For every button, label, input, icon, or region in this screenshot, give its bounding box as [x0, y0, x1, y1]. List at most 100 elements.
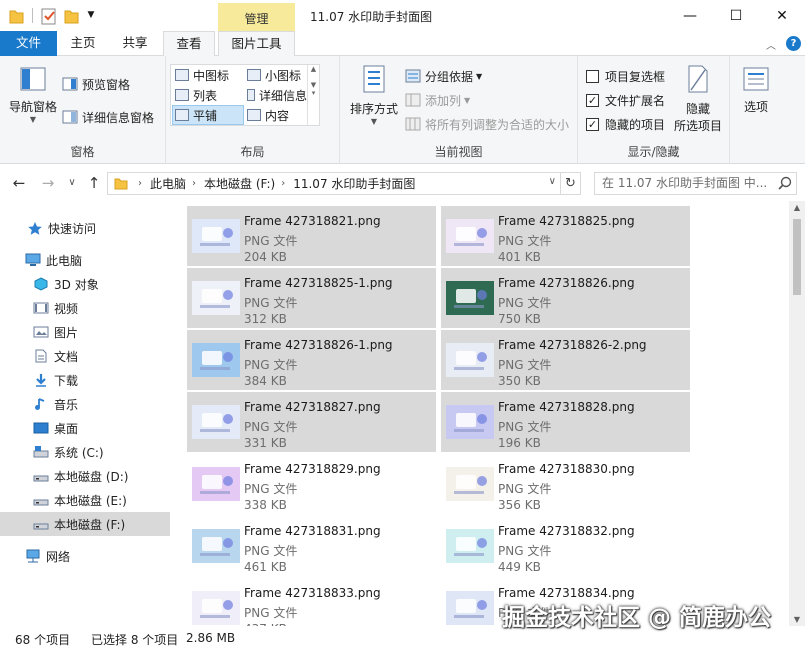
chevron-down-icon: ▼: [29, 115, 37, 124]
help-icon[interactable]: ?: [786, 36, 801, 51]
file-tile[interactable]: Frame 427318826-2.png PNG 文件 350 KB: [441, 330, 690, 390]
scroll-thumb[interactable]: [793, 219, 801, 295]
file-tile[interactable]: Frame 427318829.png PNG 文件 338 KB: [187, 454, 436, 514]
nav-3d-objects[interactable]: 3D 对象: [0, 272, 170, 296]
nav-drive-f[interactable]: 本地磁盘 (F:): [0, 512, 170, 536]
nav-this-pc[interactable]: 此电脑: [0, 248, 170, 272]
layout-content[interactable]: 内容: [245, 105, 307, 125]
options-button[interactable]: 选项: [734, 66, 778, 115]
close-button[interactable]: ✕: [759, 0, 805, 31]
file-tile[interactable]: Frame 427318833.pngPNG 文件437 KB: [187, 578, 436, 626]
nav-network[interactable]: 网络: [0, 544, 170, 568]
tiles-icon: [175, 109, 189, 121]
file-name: Frame 427318826-2.png: [498, 338, 647, 352]
item-checkboxes-toggle[interactable]: 项目复选框: [586, 66, 665, 86]
file-tile[interactable]: Frame 427318830.png PNG 文件 356 KB: [441, 454, 690, 514]
tab-file[interactable]: 文件: [0, 31, 57, 56]
tab-share[interactable]: 共享: [108, 31, 162, 56]
file-tile[interactable]: Frame 427318828.png PNG 文件 196 KB: [441, 392, 690, 452]
layout-small-icons[interactable]: 小图标: [245, 65, 307, 85]
hidden-items-toggle[interactable]: ✓ 隐藏的项目: [586, 114, 665, 134]
forward-arrow-icon[interactable]: →: [38, 174, 58, 192]
sort-by-button[interactable]: 排序方式 ▼: [348, 64, 400, 126]
file-tile[interactable]: Frame 427318832.png PNG 文件 449 KB: [441, 516, 690, 576]
file-tile[interactable]: Frame 427318827.png PNG 文件 331 KB: [187, 392, 436, 452]
size-all-columns-button[interactable]: 将所有列调整为合适的大小: [405, 114, 569, 134]
tab-picture-tools[interactable]: 图片工具: [218, 31, 295, 57]
nav-item-label: 本地磁盘 (D:): [54, 469, 129, 484]
add-columns-button[interactable]: 添加列 ▼: [405, 90, 470, 110]
content-label: 内容: [265, 108, 290, 123]
file-name: Frame 427318831.png: [244, 524, 381, 538]
preview-pane-button[interactable]: 预览窗格: [62, 74, 130, 94]
add-columns-label: 添加列: [425, 93, 462, 108]
search-icon[interactable]: [778, 176, 792, 190]
customize-quick-access-icon[interactable]: ▼: [86, 9, 96, 21]
chevron-right-icon[interactable]: ›: [281, 178, 285, 189]
file-tile[interactable]: Frame 427318826-1.png PNG 文件 384 KB: [187, 330, 436, 390]
nav-drive-d[interactable]: 本地磁盘 (D:): [0, 464, 170, 488]
chevron-down-icon[interactable]: ∨: [549, 176, 556, 187]
properties-icon[interactable]: [41, 7, 57, 25]
nav-music[interactable]: 音乐: [0, 392, 170, 416]
file-type: PNG 文件: [244, 358, 298, 372]
navigation-pane-button[interactable]: 导航窗格 ▼: [6, 66, 60, 124]
item-checkboxes-checkbox[interactable]: [586, 69, 599, 83]
file-tile[interactable]: Frame 427318821.png PNG 文件 204 KB: [187, 206, 436, 266]
file-list: Frame 427318821.png PNG 文件 204 KB Frame 427…: [172, 201, 789, 626]
chevron-up-icon[interactable]: ︿: [766, 37, 776, 52]
layout-tiles[interactable]: 平铺: [172, 105, 244, 125]
breadcrumb-this-pc[interactable]: 此电脑: [150, 175, 186, 192]
nav-videos[interactable]: 视频: [0, 296, 170, 320]
tab-view[interactable]: 查看: [163, 31, 215, 57]
file-type: PNG 文件: [244, 544, 298, 558]
vertical-scrollbar[interactable]: ▲ ▼: [789, 201, 805, 626]
scroll-down-icon[interactable]: ▼: [789, 615, 805, 624]
hidden-items-checkbox[interactable]: ✓: [586, 117, 599, 131]
address-bar[interactable]: › 此电脑 › 本地磁盘 (F:) › 11.07 水印助手封面图 ∨: [107, 172, 561, 195]
file-extensions-checkbox[interactable]: ✓: [586, 93, 599, 107]
layout-list[interactable]: 列表: [173, 85, 243, 105]
file-thumbnail: [446, 529, 494, 563]
file-size: 356 KB: [498, 498, 541, 512]
layout-gallery-scroll[interactable]: ▲ ▼ ▾: [307, 65, 319, 125]
breadcrumb-current-folder[interactable]: 11.07 水印助手封面图: [293, 175, 415, 192]
nav-desktop[interactable]: 桌面: [0, 416, 170, 440]
layout-details[interactable]: 详细信息: [245, 85, 307, 105]
details-pane-button[interactable]: 详细信息窗格: [62, 107, 154, 127]
file-thumbnail: [446, 343, 494, 377]
scroll-up-icon[interactable]: ▲: [789, 203, 805, 212]
pane-group-label: 窗格: [70, 145, 95, 159]
file-tile[interactable]: Frame 427318831.png PNG 文件 461 KB: [187, 516, 436, 576]
folder-icon[interactable]: [9, 7, 24, 25]
nav-drive-c[interactable]: 系统 (C:): [0, 440, 170, 464]
tab-home[interactable]: 主页: [58, 31, 108, 56]
up-arrow-icon[interactable]: ↑: [84, 174, 104, 192]
refresh-icon[interactable]: ↻: [561, 172, 581, 195]
nav-pictures[interactable]: 图片: [0, 320, 170, 344]
nav-drive-e[interactable]: 本地磁盘 (E:): [0, 488, 170, 512]
layout-medium-icons[interactable]: 中图标: [173, 65, 243, 85]
file-tile[interactable]: Frame 427318825-1.png PNG 文件 312 KB: [187, 268, 436, 328]
nav-downloads[interactable]: 下载: [0, 368, 170, 392]
nav-quick-access[interactable]: 快速访问: [0, 216, 170, 240]
breadcrumb-drive-f[interactable]: 本地磁盘 (F:): [204, 175, 275, 192]
drive-icon: [33, 523, 49, 530]
hide-selected-label-1: 隐藏: [685, 102, 710, 116]
file-tile[interactable]: Frame 427318826.png PNG 文件 750 KB: [441, 268, 690, 328]
search-input[interactable]: 在 11.07 水印助手封面图 中...: [594, 172, 797, 195]
layout-gallery: 中图标 小图标 列表 详细信息 平铺 内容 ▲ ▼ ▾: [170, 64, 320, 126]
file-thumbnail: [192, 219, 240, 253]
recent-locations-chevron-icon[interactable]: ∨: [62, 174, 82, 192]
back-arrow-icon[interactable]: ←: [9, 174, 29, 192]
maximize-button[interactable]: ☐: [713, 0, 759, 31]
file-tile[interactable]: Frame 427318825.png PNG 文件 401 KB: [441, 206, 690, 266]
new-folder-icon[interactable]: [64, 7, 79, 25]
minimize-button[interactable]: —: [667, 0, 713, 31]
hide-selected-items-button[interactable]: 隐藏 所选项目: [672, 64, 724, 134]
chevron-right-icon[interactable]: ›: [138, 178, 142, 189]
group-by-button[interactable]: 分组依据 ▼: [405, 66, 482, 86]
chevron-right-icon[interactable]: ›: [192, 178, 196, 189]
file-extensions-toggle[interactable]: ✓ 文件扩展名: [586, 90, 665, 110]
nav-documents[interactable]: 文档: [0, 344, 170, 368]
